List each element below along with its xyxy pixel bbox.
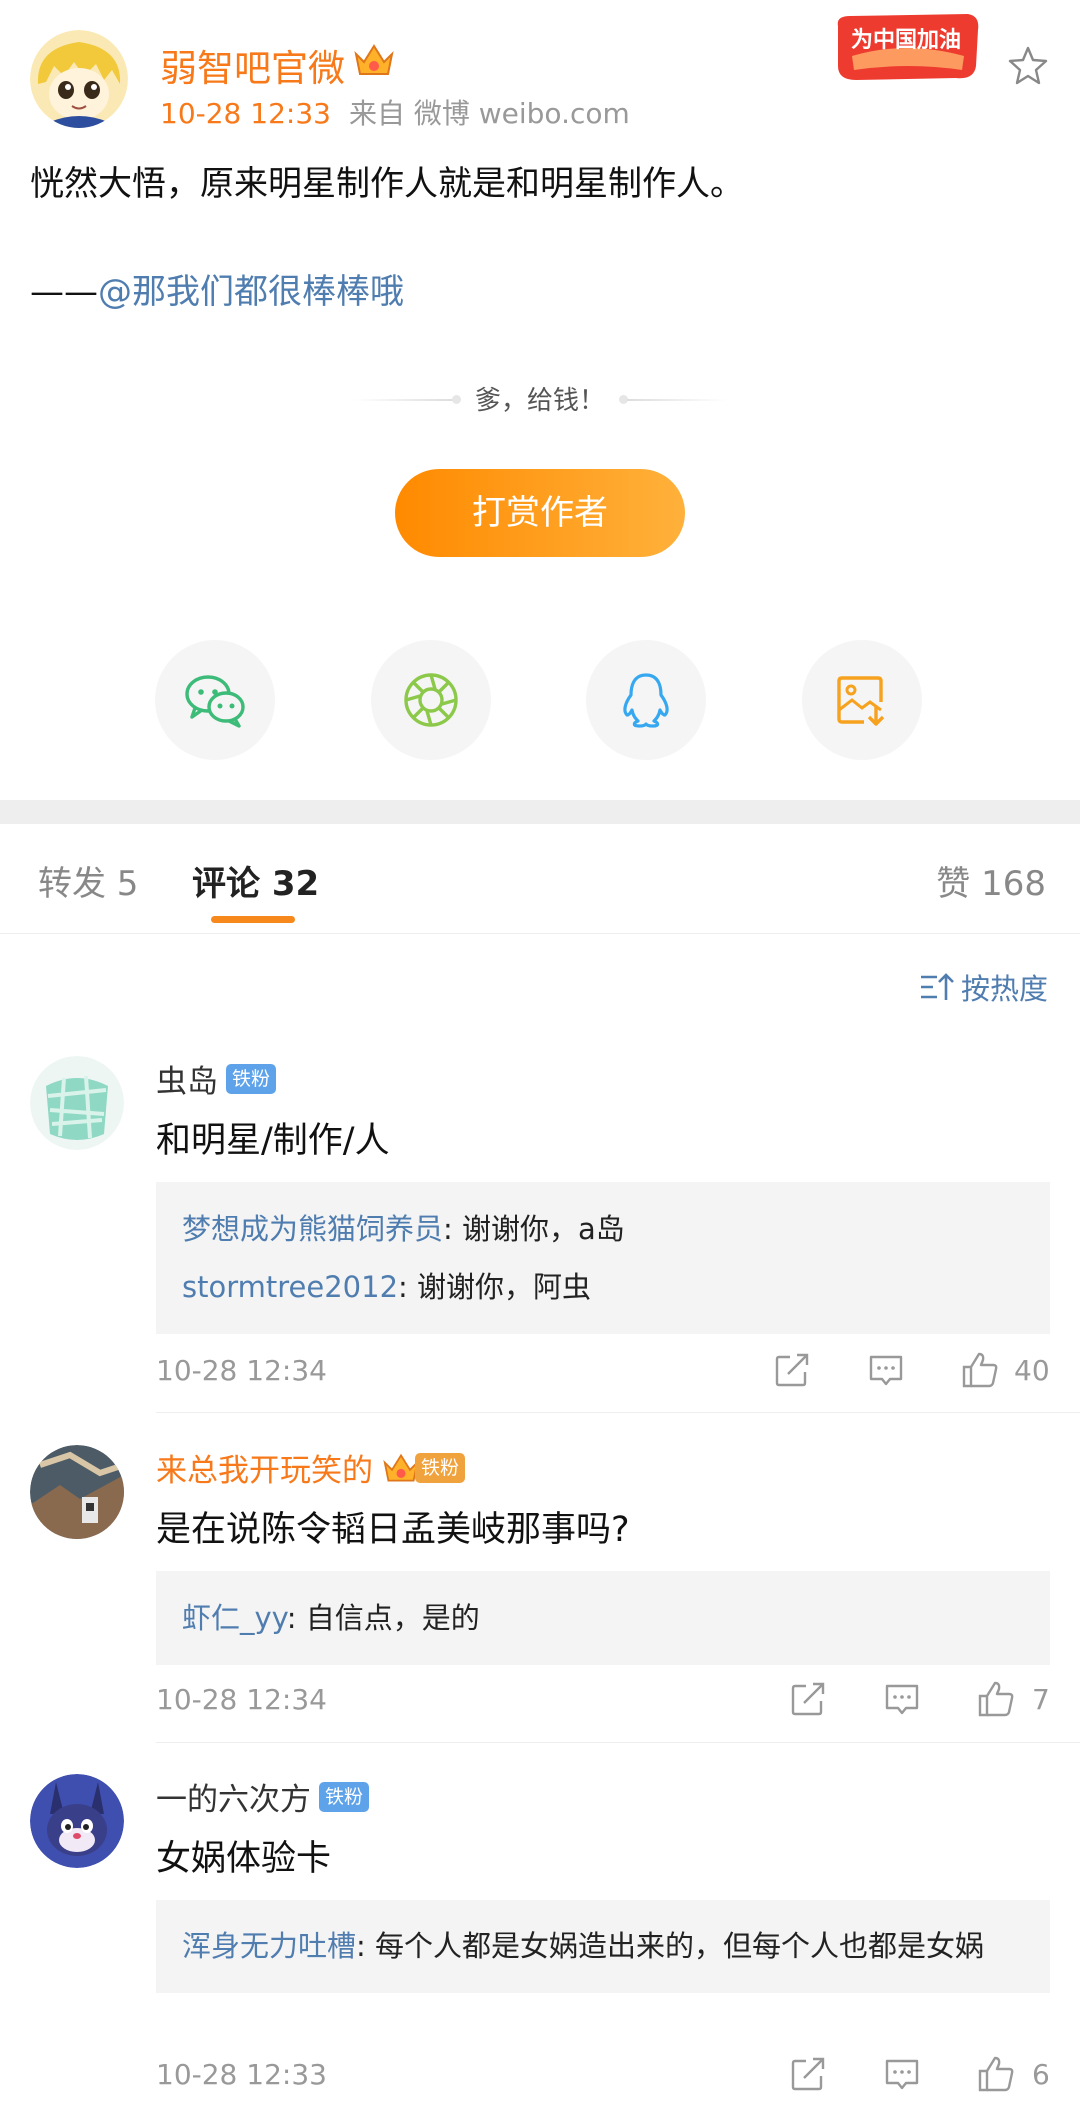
comment-time: 10-28 12:34	[156, 1354, 327, 1387]
qq-icon	[623, 673, 669, 728]
sort-icon	[920, 973, 954, 1000]
reply-item: 虾仁_yy: 自信点，是的	[182, 1589, 1024, 1647]
reply-item: stormtree2012: 谢谢你，阿虫	[182, 1258, 1024, 1316]
comment-text: 和明星/制作/人	[156, 1121, 390, 1161]
commenter-name-text[interactable]: 虫岛	[156, 1056, 218, 1101]
moments-share-button[interactable]	[371, 640, 491, 760]
like-count: 6	[1032, 2058, 1050, 2091]
reply-text: : 谢谢你，阿虫	[398, 1270, 592, 1304]
reply-comment-icon[interactable]	[882, 2054, 922, 2094]
fan-badge: 铁粉	[415, 1452, 466, 1483]
reply-comment-icon[interactable]	[882, 1679, 922, 1719]
section-divider	[0, 800, 1080, 824]
comment-footer: 10-28 12:34 40	[156, 1350, 1050, 1394]
sort-by-hot-button[interactable]: 按热度	[919, 966, 1048, 1008]
reward-divider-right	[627, 398, 727, 401]
repost-icon[interactable]	[772, 1350, 812, 1390]
reply-user[interactable]: 梦想成为熊猫饲养员	[182, 1212, 443, 1246]
commenter-name-text[interactable]: 一的六次方	[156, 1774, 311, 1819]
post-meta: 10-28 12:33 来自 微博 weibo.com	[160, 92, 630, 132]
moments-icon	[404, 673, 458, 727]
like-count: 40	[1014, 1354, 1050, 1387]
share-row	[0, 640, 1080, 760]
like-thumb-icon[interactable]	[960, 1350, 1000, 1390]
commenter-name[interactable]: 来总我开玩笑的 铁粉	[156, 1445, 466, 1490]
vip-crown-icon	[352, 40, 396, 80]
wechat-share-button[interactable]	[155, 640, 275, 760]
comment-time: 10-28 12:34	[156, 1683, 327, 1716]
tab-repost[interactable]: 转发 5	[38, 856, 138, 905]
save-image-share-button[interactable]	[802, 640, 922, 760]
like-thumb-icon[interactable]	[976, 1679, 1016, 1719]
author-avatar[interactable]	[30, 30, 128, 128]
active-tab-indicator	[211, 916, 295, 923]
tab-likes[interactable]: 赞 168	[936, 856, 1046, 905]
post-body: 恍然大悟，原来明星制作人就是和明星制作人。 ——@那我们都很棒棒哦	[30, 158, 1050, 318]
reply-text: : 谢谢你，a岛	[443, 1212, 625, 1246]
reply-item: 梦想成为熊猫饲养员: 谢谢你，a岛	[182, 1200, 1024, 1258]
reply-user[interactable]: 虾仁_yy	[182, 1601, 287, 1635]
reply-user[interactable]: 浑身无力吐槽	[182, 1929, 356, 1963]
reward-area: 爹，给钱！	[0, 380, 1080, 417]
comment-separator	[156, 1412, 1080, 1413]
reply-item: 浑身无力吐槽: 每个人都是女娲造出来的，但每个人也都是女娲	[182, 1918, 1024, 1975]
tab-comments[interactable]: 评论 32	[192, 856, 319, 905]
reward-tip: 爹，给钱！	[352, 380, 727, 417]
reply-text: : 每个人都是女娲造出来的，但每个人也都是女娲	[356, 1929, 985, 1963]
comment-footer: 10-28 12:33 6	[156, 2054, 1050, 2098]
commenter-avatar[interactable]	[30, 1774, 124, 1868]
commenter-name[interactable]: 虫岛 铁粉	[156, 1056, 277, 1101]
comment-time: 10-28 12:33	[156, 2058, 327, 2091]
commenter-avatar[interactable]	[30, 1056, 124, 1150]
comment-text: 是在说陈令韬日孟美岐那事吗?	[156, 1510, 630, 1550]
save-image-icon	[837, 676, 885, 726]
like-count: 7	[1032, 1683, 1050, 1716]
reply-box[interactable]: 浑身无力吐槽: 每个人都是女娲造出来的，但每个人也都是女娲	[156, 1900, 1050, 1993]
reply-user[interactable]: stormtree2012	[182, 1270, 398, 1304]
reward-author-button[interactable]: 打赏作者	[395, 469, 685, 557]
comment-separator	[156, 1742, 1080, 1743]
post-time: 10-28 12:33	[160, 97, 331, 130]
repost-icon[interactable]	[788, 2054, 828, 2094]
fan-badge: 铁粉	[319, 1781, 370, 1812]
comment-footer: 10-28 12:34 7	[156, 1679, 1050, 1723]
reply-comment-icon[interactable]	[866, 1350, 906, 1390]
tab-bar: 转发 5 评论 32 赞 168	[0, 824, 1080, 934]
commenter-name-text[interactable]: 来总我开玩笑的	[156, 1445, 373, 1490]
repost-icon[interactable]	[788, 1679, 828, 1719]
commenter-avatar[interactable]	[30, 1445, 124, 1539]
reward-divider-left	[352, 398, 453, 401]
sort-label: 按热度	[960, 972, 1048, 1006]
post-source: 来自 微博 weibo.com	[348, 97, 630, 130]
china-cheer-badge[interactable]: 为中国加油	[828, 8, 984, 88]
favorite-star-icon[interactable]	[1006, 44, 1050, 88]
reply-box[interactable]: 虾仁_yy: 自信点，是的	[156, 1571, 1050, 1665]
comment-text: 女娲体验卡	[156, 1839, 332, 1879]
wechat-icon	[185, 675, 245, 728]
post-mention-link[interactable]: @那我们都很棒棒哦	[98, 272, 404, 312]
like-thumb-icon[interactable]	[976, 2054, 1016, 2094]
post-header: 弱智吧官微 10-28 12:33 来自 微博 weibo.com 为中国加油	[30, 14, 1050, 132]
qq-share-button[interactable]	[586, 640, 706, 760]
commenter-name[interactable]: 一的六次方 铁粉	[156, 1774, 370, 1819]
reward-tip-text: 爹，给钱！	[474, 386, 605, 416]
badge-text: 为中国加油	[850, 28, 961, 53]
post-mention-line: ——@那我们都很棒棒哦	[30, 266, 1050, 318]
fan-badge: 铁粉	[226, 1063, 277, 1094]
reply-text: : 自信点，是的	[286, 1601, 480, 1635]
reward-dot-left	[451, 394, 461, 404]
author-name[interactable]: 弱智吧官微	[160, 38, 345, 92]
post-text: 恍然大悟，原来明星制作人就是和明星制作人。	[30, 164, 744, 204]
post-dash: ——	[30, 272, 98, 312]
reply-box[interactable]: 梦想成为熊猫饲养员: 谢谢你，a岛 stormtree2012: 谢谢你，阿虫	[156, 1182, 1050, 1334]
